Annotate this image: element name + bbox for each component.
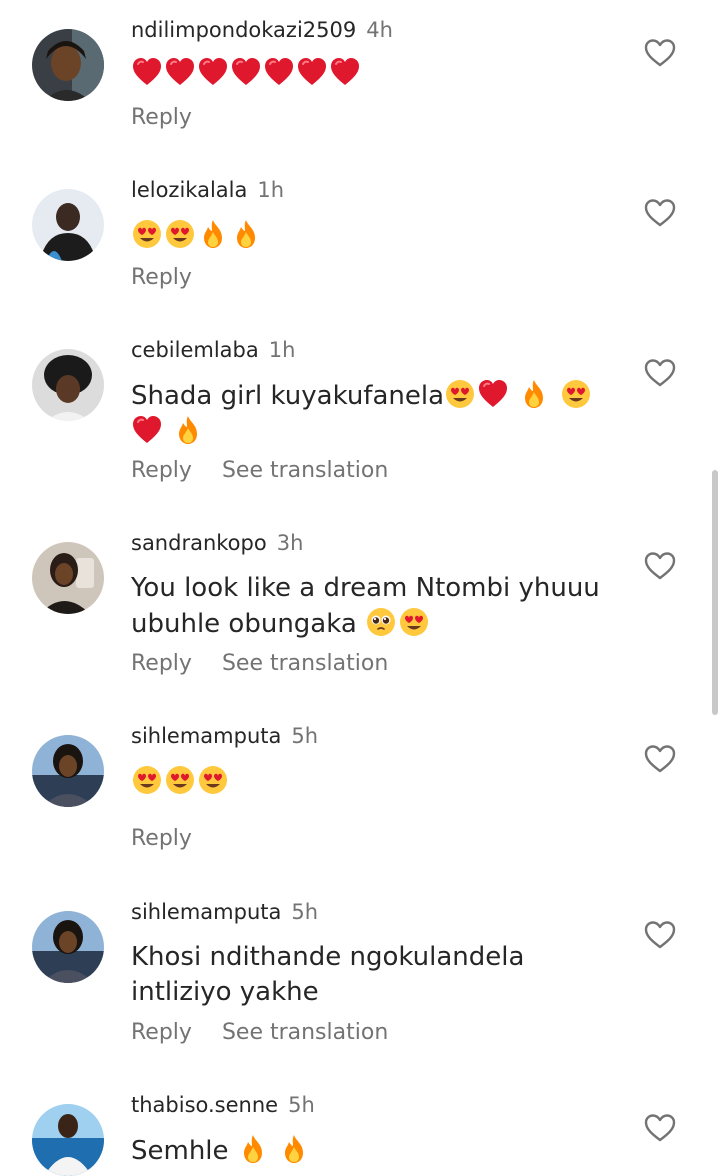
username-text[interactable]: sihlemamputa	[131, 900, 281, 924]
comment-text	[131, 56, 621, 92]
comment-actions: Reply	[131, 265, 192, 290]
reply-button[interactable]: Reply	[131, 458, 192, 483]
comment-username[interactable]: sihlemamputa 5h	[131, 724, 318, 748]
comment-text	[131, 218, 621, 254]
heart-eyes-icon	[197, 764, 229, 796]
comment-username[interactable]: sihlemamputa 5h	[131, 900, 318, 924]
comment-time: 3h	[276, 531, 304, 555]
like-heart-icon[interactable]	[643, 551, 677, 581]
fire-icon	[518, 378, 550, 410]
username-text[interactable]: ndilimpondokazi2509	[131, 18, 356, 42]
avatar[interactable]	[32, 735, 104, 807]
comment-text-content: Semhle	[131, 1136, 229, 1166]
comment-text-line: intliziyo yakhe	[131, 977, 319, 1007]
avatar[interactable]	[32, 349, 104, 421]
red-heart-icon	[263, 56, 295, 88]
comment-time: 5h	[288, 1093, 315, 1117]
heart-eyes-icon	[131, 218, 163, 250]
see-translation-button[interactable]: See translation	[222, 1020, 388, 1045]
comment-actions: Reply	[131, 105, 192, 130]
red-heart-icon	[296, 56, 328, 88]
avatar[interactable]	[32, 1104, 104, 1176]
comment-text: Semhle	[131, 1133, 621, 1169]
fire-icon	[237, 1133, 269, 1165]
comment-text: You look like a dream Ntombi yhuuu ubuhl…	[131, 571, 621, 642]
reply-button[interactable]: Reply	[131, 105, 192, 130]
username-text[interactable]: lelozikalala	[131, 178, 247, 202]
fire-icon	[172, 414, 204, 446]
heart-eyes-icon	[131, 764, 163, 796]
pleading-face-icon	[365, 606, 397, 638]
red-heart-icon	[131, 56, 163, 88]
comment-actions: Reply See translation	[131, 1020, 388, 1045]
like-heart-icon[interactable]	[643, 358, 677, 388]
comment-time: 4h	[366, 18, 393, 42]
heart-eyes-icon	[164, 764, 196, 796]
comment-text: Khosi ndithande ngokulandela intliziyo y…	[131, 940, 621, 1010]
avatar[interactable]	[32, 29, 104, 101]
comment-text	[131, 764, 621, 800]
red-heart-icon	[230, 56, 262, 88]
username-text[interactable]: thabiso.senne	[131, 1093, 278, 1117]
comment-username[interactable]: thabiso.senne 5h	[131, 1093, 315, 1117]
comment-actions: Reply	[131, 826, 192, 851]
comment-text: Shada girl kuyakufanela	[131, 378, 621, 450]
comment-time: 5h	[291, 724, 319, 748]
like-heart-icon[interactable]	[643, 920, 677, 950]
comment-username[interactable]: ndilimpondokazi2509 4h	[131, 18, 393, 42]
username-text[interactable]: cebilemlaba	[131, 338, 259, 362]
comment-text-content: Shada girl kuyakufanela	[131, 381, 445, 411]
comment-text-line: Khosi ndithande ngokulandela	[131, 942, 525, 972]
username-text[interactable]: sihlemamputa	[131, 724, 281, 748]
heart-eyes-icon	[444, 378, 476, 410]
reply-button[interactable]: Reply	[131, 265, 192, 290]
comment-time: 5h	[291, 900, 319, 924]
avatar[interactable]	[32, 189, 104, 261]
reply-button[interactable]: Reply	[131, 826, 192, 851]
reply-button[interactable]: Reply	[131, 651, 192, 676]
like-heart-icon[interactable]	[643, 198, 677, 228]
like-heart-icon[interactable]	[643, 744, 677, 774]
comment-actions: Reply See translation	[131, 458, 388, 483]
comment-time: 1h	[268, 338, 296, 362]
comment-actions: Reply See translation	[131, 651, 388, 676]
comment-username[interactable]: cebilemlaba 1h	[131, 338, 295, 362]
heart-eyes-icon	[164, 218, 196, 250]
like-heart-icon[interactable]	[643, 38, 677, 68]
red-heart-icon	[329, 56, 361, 88]
username-text[interactable]: sandrankopo	[131, 531, 267, 555]
red-heart-icon	[131, 414, 163, 446]
comment-username[interactable]: lelozikalala 1h	[131, 178, 284, 202]
like-heart-icon[interactable]	[643, 1113, 677, 1143]
red-heart-icon	[477, 378, 509, 410]
red-heart-icon	[197, 56, 229, 88]
comment-username[interactable]: sandrankopo 3h	[131, 531, 303, 555]
scrollbar[interactable]	[712, 470, 718, 715]
fire-icon	[197, 218, 229, 250]
comment-time: 1h	[257, 178, 285, 202]
avatar[interactable]	[32, 911, 104, 983]
heart-eyes-icon	[398, 606, 430, 638]
comment-text-line: You look like a dream Ntombi yhuuu	[131, 573, 600, 603]
see-translation-button[interactable]: See translation	[222, 651, 388, 676]
heart-eyes-icon	[560, 378, 592, 410]
fire-icon	[278, 1133, 310, 1165]
fire-icon	[230, 218, 262, 250]
reply-button[interactable]: Reply	[131, 1020, 192, 1045]
comment-text-line: ubuhle obungaka	[131, 609, 357, 639]
see-translation-button[interactable]: See translation	[222, 458, 388, 483]
red-heart-icon	[164, 56, 196, 88]
avatar[interactable]	[32, 542, 104, 614]
